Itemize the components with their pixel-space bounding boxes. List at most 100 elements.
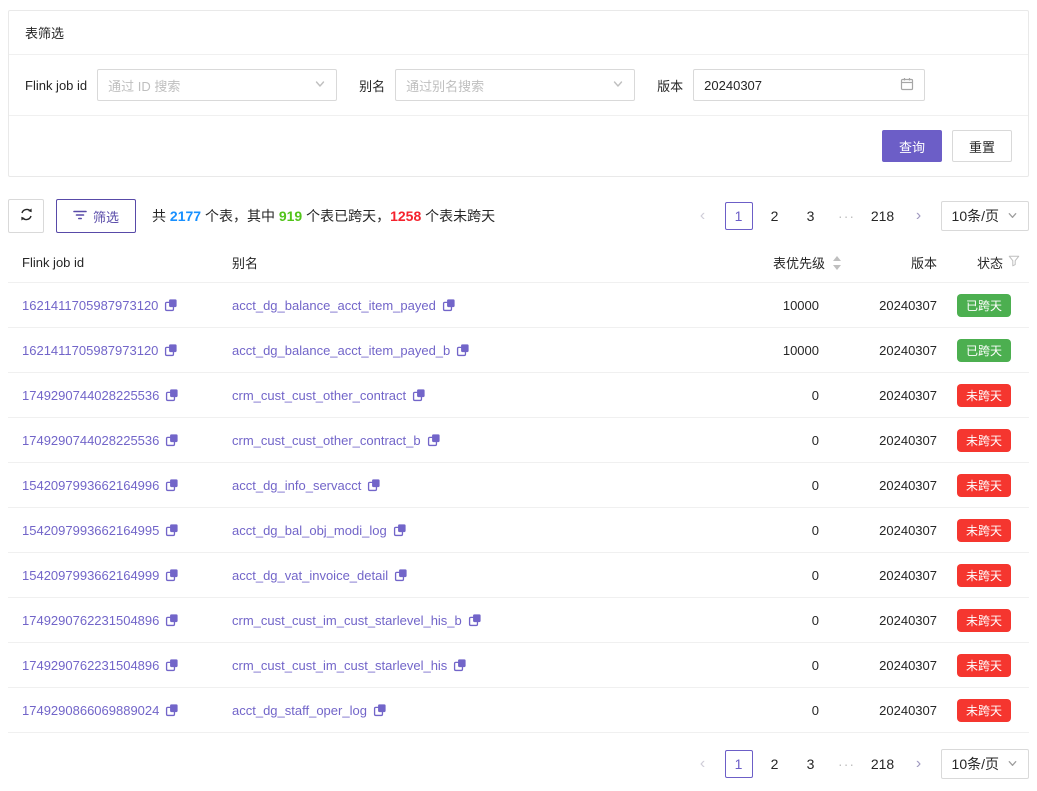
col-header-priority[interactable]: 表优先级 [697,253,847,272]
alias-link[interactable]: acct_dg_balance_acct_item_payed [232,298,436,313]
pagination-page-218[interactable]: 218 [869,750,897,778]
pagination-ellipsis[interactable]: ··· [833,750,861,778]
alias-link[interactable]: acct_dg_vat_invoice_detail [232,568,388,583]
copy-icon[interactable] [394,568,408,582]
copy-icon[interactable] [453,658,467,672]
job-id-link[interactable]: 1621411705987973120 [22,343,158,358]
copy-icon[interactable] [165,433,179,447]
copy-icon[interactable] [468,613,482,627]
pagination-page-3[interactable]: 3 [797,202,825,230]
table-row: 1749290744028225536 crm_cust_cust_other_… [8,418,1029,463]
job-id-cell: 1749290762231504896 [8,613,218,628]
col-header-version[interactable]: 版本 [847,253,939,272]
alias-cell: acct_dg_vat_invoice_detail [218,568,697,583]
pagination-next[interactable]: › [905,202,933,230]
table-body: 1621411705987973120 acct_dg_balance_acct… [8,283,1029,733]
pagination-next[interactable]: › [905,750,933,778]
version-cell: 20240307 [847,703,939,718]
copy-icon[interactable] [442,298,456,312]
pagination-prev[interactable]: ‹ [689,202,717,230]
job-id-cell: 1749290744028225536 [8,388,218,403]
reset-button[interactable]: 重置 [952,130,1012,162]
col-header-flink-job-id[interactable]: Flink job id [8,255,218,270]
copy-icon[interactable] [165,613,179,627]
copy-icon[interactable] [412,388,426,402]
priority-cell: 10000 [697,343,847,358]
alias-link[interactable]: acct_dg_staff_oper_log [232,703,367,718]
job-id-link[interactable]: 1749290762231504896 [22,658,159,673]
col-header-status[interactable]: 状态 [939,253,1029,272]
copy-icon[interactable] [427,433,441,447]
pagination-page-218[interactable]: 218 [869,202,897,230]
job-id-cell: 1621411705987973120 [8,298,218,313]
copy-icon[interactable] [456,343,470,357]
page-size-select[interactable]: 10条/页 [941,749,1029,779]
version-cell: 20240307 [847,478,939,493]
job-id-link[interactable]: 1749290762231504896 [22,613,159,628]
table-row: 1621411705987973120 acct_dg_balance_acct… [8,283,1029,328]
job-id-cell: 1749290866069889024 [8,703,218,718]
alias-select[interactable]: 通过别名搜索 [395,69,635,101]
alias-link[interactable]: crm_cust_cust_im_cust_starlevel_his_b [232,613,462,628]
refresh-button[interactable] [8,199,44,233]
alias-link[interactable]: crm_cust_cust_other_contract_b [232,433,421,448]
copy-icon[interactable] [165,658,179,672]
job-id-link[interactable]: 1749290744028225536 [22,388,159,403]
table-row: 1542097993662164999 acct_dg_vat_invoice_… [8,553,1029,598]
job-id-cell: 1749290744028225536 [8,433,218,448]
job-id-link[interactable]: 1542097993662164999 [22,568,159,583]
priority-cell: 0 [697,433,847,448]
alias-link[interactable]: crm_cust_cust_other_contract [232,388,406,403]
status-cell: 未跨天 [939,654,1029,677]
pagination-page-2[interactable]: 2 [761,750,789,778]
copy-icon[interactable] [165,388,179,402]
pagination-page-3[interactable]: 3 [797,750,825,778]
pagination-page-2[interactable]: 2 [761,202,789,230]
alias-link[interactable]: acct_dg_balance_acct_item_payed_b [232,343,450,358]
pagination-ellipsis[interactable]: ··· [833,202,861,230]
page-size-select[interactable]: 10条/页 [941,201,1029,231]
copy-icon[interactable] [165,703,179,717]
version-date-input[interactable]: 20240307 [693,69,925,101]
job-id-link[interactable]: 1542097993662164995 [22,523,159,538]
alias-link[interactable]: crm_cust_cust_im_cust_starlevel_his [232,658,447,673]
refresh-icon [19,207,34,225]
query-button[interactable]: 查询 [882,130,942,162]
stats-uncrossed-count: 1258 [390,208,421,224]
table-row: 1542097993662164995 acct_dg_bal_obj_modi… [8,508,1029,553]
pagination-page-1[interactable]: 1 [725,202,753,230]
flink-job-id-select[interactable]: 通过 ID 搜索 [97,69,337,101]
job-id-link[interactable]: 1542097993662164996 [22,478,159,493]
job-id-link[interactable]: 1621411705987973120 [22,298,158,313]
copy-icon[interactable] [393,523,407,537]
alias-link[interactable]: acct_dg_info_servacct [232,478,361,493]
copy-icon[interactable] [373,703,387,717]
status-badge: 未跨天 [957,654,1011,677]
table-row: 1749290866069889024 acct_dg_staff_oper_l… [8,688,1029,733]
alias-link[interactable]: acct_dg_bal_obj_modi_log [232,523,387,538]
col-header-alias[interactable]: 别名 [218,253,697,272]
page-size-label: 10条/页 [952,754,999,774]
copy-icon[interactable] [165,478,179,492]
chevron-down-icon [1007,756,1018,772]
job-id-link[interactable]: 1749290744028225536 [22,433,159,448]
sort-icon[interactable] [833,256,841,270]
status-cell: 未跨天 [939,564,1029,587]
job-id-link[interactable]: 1749290866069889024 [22,703,159,718]
status-badge: 未跨天 [957,384,1011,407]
priority-cell: 0 [697,523,847,538]
copy-icon[interactable] [164,298,178,312]
pagination-page-1[interactable]: 1 [725,750,753,778]
pagination-prev[interactable]: ‹ [689,750,717,778]
funnel-filter-icon[interactable] [1008,255,1020,270]
filter-actions: 查询 重置 [9,116,1028,176]
toolbar: 筛选 共 2177 个表，其中 919 个表已跨天，1258 个表未跨天 ‹12… [8,199,1029,233]
table-row: 1749290762231504896 crm_cust_cust_im_cus… [8,643,1029,688]
copy-icon[interactable] [367,478,381,492]
filter-button[interactable]: 筛选 [56,199,136,233]
version-cell: 20240307 [847,298,939,313]
copy-icon[interactable] [164,343,178,357]
copy-icon[interactable] [165,523,179,537]
copy-icon[interactable] [165,568,179,582]
filter-button-label: 筛选 [93,207,119,226]
